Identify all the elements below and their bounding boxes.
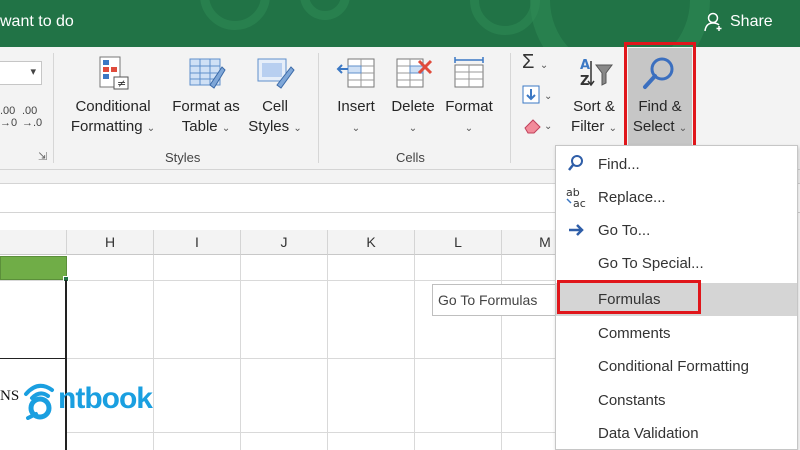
insert-label: Insert: [337, 98, 375, 115]
conditional-formatting-icon: ≠: [99, 56, 129, 90]
chevron-down-icon: ⌄: [408, 123, 418, 134]
tooltip: Go To Formulas: [432, 284, 556, 316]
fill-down-icon: ⌄: [522, 85, 552, 104]
format-button[interactable]: Format ⌄: [440, 55, 498, 139]
grid-line: [240, 255, 241, 450]
grid-line: [67, 432, 555, 433]
conditional-formatting-button[interactable]: ≠ Conditional Formatting ⌄: [66, 55, 160, 139]
ntbook-logo: ntbook: [20, 378, 153, 420]
sort-filter-button[interactable]: A Z Sort & Filter ⌄: [566, 55, 622, 139]
title-bar: want to do Share: [0, 0, 800, 47]
format-as-table-label-1: Format as: [172, 98, 240, 115]
increase-decimal-label: .00: [0, 105, 16, 117]
fill-button[interactable]: ⌄: [522, 85, 558, 110]
chevron-down-icon: ⌄: [351, 123, 361, 134]
group-separator: [318, 53, 319, 163]
menu-item-comments[interactable]: Comments: [556, 317, 797, 350]
format-as-table-label-2: Table: [181, 118, 218, 135]
menu-item-label: Go To Special...: [598, 255, 704, 272]
menu-item-go-to-special[interactable]: Go To Special...: [556, 247, 797, 280]
grid-line: [414, 255, 415, 450]
logo-text: ntbook: [58, 382, 153, 415]
cell-styles-label-2: Styles: [248, 118, 290, 135]
menu-item-label: Conditional Formatting: [598, 358, 749, 375]
format-as-table-button[interactable]: Format as Table ⌄: [165, 55, 247, 139]
insert-cells-icon: [336, 58, 375, 88]
column-header-h[interactable]: H: [67, 230, 154, 255]
svg-text:⌄: ⌄: [544, 91, 552, 102]
logo-mark-icon: [24, 383, 54, 420]
menu-item-label: Constants: [598, 392, 666, 409]
decrease-decimal-button[interactable]: .00 →.0: [22, 105, 42, 129]
menu-item-replace[interactable]: ab ac Replace...: [556, 181, 797, 214]
column-header-k[interactable]: K: [328, 230, 415, 255]
formulas-highlight-box: [557, 280, 701, 314]
group-separator: [53, 53, 54, 163]
cell-styles-label-1: Cell: [262, 98, 288, 115]
menu-item-go-to[interactable]: Go To...: [556, 214, 797, 247]
autosum-icon[interactable]: Σ ⌄: [522, 51, 548, 74]
person-icon: [704, 12, 722, 32]
format-label: Format: [445, 98, 493, 115]
menu-item-constants[interactable]: Constants: [556, 384, 797, 417]
menu-item-label: Data Validation: [598, 425, 699, 442]
decrease-decimal-sub: →.0: [22, 117, 43, 129]
menu-item-label: Find...: [598, 156, 640, 173]
delete-cells-icon: [396, 58, 433, 88]
chevron-down-icon: ⌄: [221, 123, 231, 134]
increase-decimal-button[interactable]: .00 →0: [0, 105, 17, 129]
menu-item-label: Comments: [598, 325, 671, 342]
decrease-decimal-label: .00: [22, 105, 38, 117]
share-label: Share: [730, 13, 773, 30]
selected-cell[interactable]: [0, 256, 67, 280]
grid-line: [153, 255, 154, 450]
column-header-g[interactable]: [0, 230, 67, 255]
menu-item-data-validation[interactable]: Data Validation: [556, 417, 797, 450]
conditional-formatting-label-1: Conditional: [75, 98, 151, 115]
chevron-down-icon: ⌄: [293, 123, 302, 134]
chevron-down-icon: ⌄: [608, 123, 617, 134]
menu-item-conditional-formatting[interactable]: Conditional Formatting: [556, 350, 797, 383]
group-separator: [510, 53, 511, 163]
svg-text:⌄: ⌄: [544, 121, 552, 132]
grid-line: [67, 358, 555, 359]
insert-button[interactable]: Insert ⌄: [330, 55, 382, 139]
svg-text:A: A: [580, 58, 590, 73]
chevron-down-icon: ⌄: [146, 123, 156, 134]
share-button[interactable]: Share: [704, 12, 773, 32]
increase-decimal-sub: →0: [0, 117, 18, 129]
chevron-down-icon: ⌄: [464, 123, 474, 134]
menu-item-find[interactable]: Find...: [556, 148, 797, 181]
menu-item-label: Go To...: [598, 222, 651, 239]
column-header-j[interactable]: J: [241, 230, 328, 255]
delete-label: Delete: [391, 98, 435, 115]
delete-button[interactable]: Delete ⌄: [386, 55, 440, 139]
column-header-i[interactable]: I: [154, 230, 241, 255]
svg-text:ac: ac: [573, 197, 586, 210]
sort-filter-icon: A Z: [580, 58, 613, 89]
sort-filter-label-2: Filter: [571, 118, 605, 135]
column-header-l[interactable]: L: [415, 230, 502, 255]
conditional-formatting-label-2: Formatting: [70, 118, 143, 135]
svg-text:≠: ≠: [117, 77, 126, 90]
menu-item-label: Replace...: [598, 189, 666, 206]
tell-me-search[interactable]: want to do: [0, 13, 74, 31]
number-format-dropdown[interactable]: ▾: [0, 61, 42, 85]
dialog-launcher-icon[interactable]: ⇲: [38, 150, 47, 163]
grid-line: [0, 280, 555, 281]
styles-group-label: Styles: [165, 150, 201, 165]
chevron-down-icon: ▾: [30, 66, 36, 78]
clear-button[interactable]: ⌄: [522, 115, 558, 140]
cell-text: NS: [0, 388, 20, 404]
format-cells-icon: [454, 57, 484, 88]
sort-filter-label-1: Sort &: [573, 98, 615, 115]
cell-styles-button[interactable]: Cell Styles ⌄: [246, 55, 304, 139]
eraser-icon: ⌄: [524, 119, 552, 134]
format-as-table-icon: [189, 58, 226, 89]
bordered-cell-block: [0, 280, 67, 450]
cells-group-label: Cells: [396, 150, 425, 165]
grid-line: [327, 255, 328, 450]
find-select-highlight-box: [624, 42, 696, 148]
cell-styles-icon: [257, 58, 295, 89]
